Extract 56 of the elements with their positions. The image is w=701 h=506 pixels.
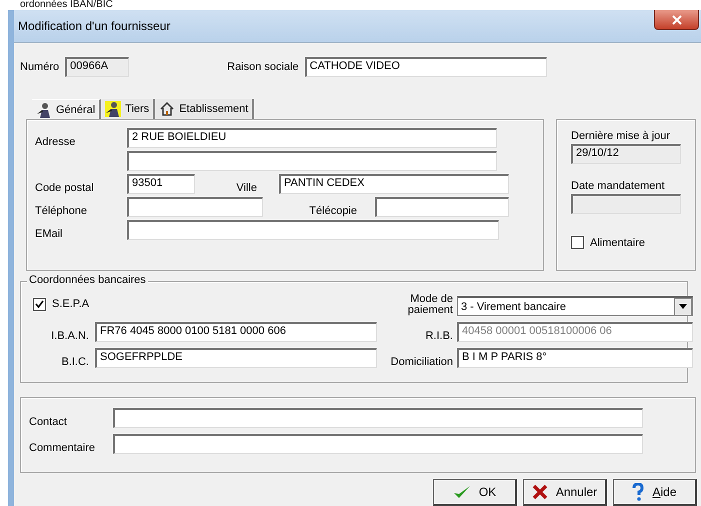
dialog-button[interactable]: OK bbox=[433, 479, 517, 506]
field-label: Date mandatement bbox=[571, 180, 666, 192]
field-label: Télécopie bbox=[308, 205, 357, 217]
input-field[interactable]: B I M P PARIS 8° bbox=[457, 348, 693, 368]
tab[interactable]: Etablissement bbox=[155, 99, 254, 119]
checkbox[interactable] bbox=[571, 236, 584, 249]
caret-icon[interactable] bbox=[674, 298, 692, 316]
close-icon bbox=[672, 14, 682, 24]
tab[interactable]: Tiers bbox=[101, 99, 156, 119]
checkmark-icon bbox=[452, 484, 471, 500]
input-field[interactable] bbox=[127, 220, 499, 240]
person-icon bbox=[36, 102, 52, 118]
input-field[interactable] bbox=[113, 434, 643, 454]
input-field[interactable]: 93501 bbox=[127, 174, 195, 194]
field-label: I.B.A.N. bbox=[50, 330, 89, 342]
field-label: Raison sociale bbox=[227, 61, 299, 73]
input-field[interactable]: CATHODE VIDEO bbox=[304, 57, 547, 77]
input-field[interactable]: 2 RUE BOIELDIEU bbox=[127, 128, 497, 148]
field-label: Mode de paiement bbox=[406, 294, 453, 316]
input-field[interactable]: SOGEFRPPLDE bbox=[95, 348, 377, 368]
input-field[interactable] bbox=[127, 151, 497, 171]
dialog-button[interactable]: Aide bbox=[613, 479, 697, 506]
field-label: Téléphone bbox=[35, 205, 88, 217]
tab[interactable]: Général bbox=[32, 99, 102, 119]
page-heading: ordonnées IBAN/BIC bbox=[19, 0, 114, 10]
checkbox-label[interactable]: S.E.P.A bbox=[33, 298, 90, 310]
field-label: Ville bbox=[235, 182, 257, 194]
dialog-button[interactable]: Annuler bbox=[523, 479, 607, 506]
field-label: Code postal bbox=[35, 182, 95, 194]
input-field[interactable] bbox=[113, 408, 643, 428]
field-label: Domiciliation bbox=[390, 356, 453, 368]
input-field[interactable] bbox=[375, 197, 509, 217]
field-label: Commentaire bbox=[29, 442, 96, 454]
house-icon bbox=[159, 101, 176, 117]
window-title: Modification d'un fournisseur bbox=[18, 19, 170, 33]
input-field[interactable]: 29/10/12 bbox=[571, 144, 681, 164]
input-field[interactable]: FR76 4045 8000 0100 5181 0000 606 bbox=[95, 322, 377, 342]
close-button[interactable] bbox=[654, 10, 699, 30]
field-label: B.I.C. bbox=[60, 356, 89, 368]
field-label: Contact bbox=[29, 416, 68, 428]
cross-icon bbox=[532, 484, 548, 500]
input-field[interactable]: PANTIN CEDEX bbox=[279, 174, 509, 194]
person-icon bbox=[105, 101, 122, 117]
field-label: EMail bbox=[35, 228, 64, 240]
checkbox-label[interactable]: Alimentaire bbox=[571, 236, 695, 249]
question-icon bbox=[632, 483, 644, 501]
dropdown[interactable]: 3 - Virement bancaire bbox=[457, 296, 693, 316]
group-title: Coordonnées bancaires bbox=[27, 274, 148, 286]
field-label: Adresse bbox=[35, 136, 76, 148]
field-label: R.I.B. bbox=[424, 330, 453, 342]
checkbox[interactable] bbox=[33, 298, 46, 310]
input-field[interactable]: 00966A bbox=[65, 57, 130, 77]
field-label: Dernière mise à jour bbox=[571, 130, 672, 142]
input-field[interactable] bbox=[571, 194, 681, 214]
input-field[interactable] bbox=[127, 197, 263, 217]
field-label: Numéro bbox=[20, 61, 60, 73]
